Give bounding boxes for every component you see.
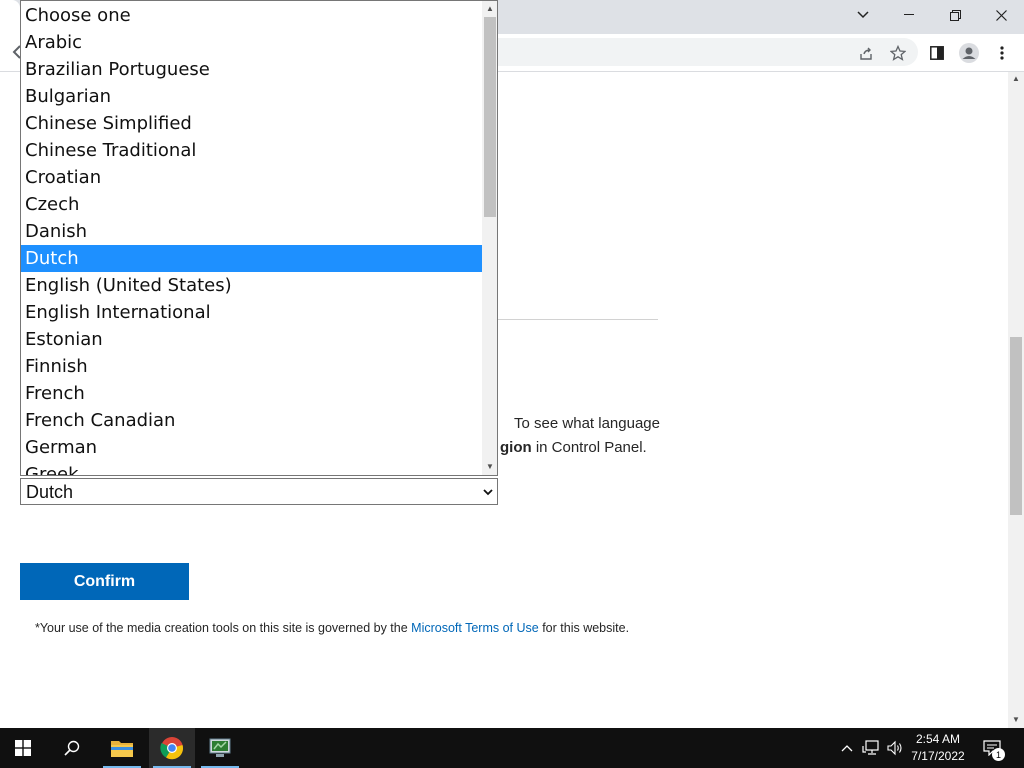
dropdown-option[interactable]: Bulgarian xyxy=(21,83,482,110)
scroll-up-arrow-icon[interactable]: ▲ xyxy=(1012,74,1020,83)
description-rest-text: in Control Panel. xyxy=(531,439,647,456)
language-select-value: Dutch xyxy=(26,482,74,502)
clock-time: 2:54 AM xyxy=(915,732,961,746)
start-windows-icon[interactable] xyxy=(0,728,46,768)
windows-taskbar: 2:54 AM 7/17/2022 1 xyxy=(0,728,1024,768)
language-select[interactable]: Dutch xyxy=(20,478,498,505)
page-scroll-thumb[interactable] xyxy=(1010,337,1022,515)
dropdown-options: Choose one Arabic Brazilian Portuguese Bulg… xyxy=(21,2,482,475)
side-panel-icon[interactable] xyxy=(924,40,950,66)
page-scrollbar[interactable]: ▲ ▼ xyxy=(1008,72,1024,728)
dropdown-scrollbar[interactable]: ▲ ▼ xyxy=(482,1,497,475)
dropdown-option[interactable]: Greek xyxy=(21,461,482,475)
dropdown-scroll-down-icon[interactable]: ▼ xyxy=(486,462,494,471)
dropdown-option[interactable]: Brazilian Portuguese xyxy=(21,56,482,83)
dropdown-option[interactable]: French Canadian xyxy=(21,407,482,434)
dropdown-scroll-up-icon[interactable]: ▲ xyxy=(486,4,494,13)
profile-avatar-icon[interactable] xyxy=(956,40,982,66)
share-icon[interactable] xyxy=(853,40,879,66)
dropdown-option[interactable]: French xyxy=(21,380,482,407)
chevron-down-icon xyxy=(483,479,493,506)
dropdown-option[interactable]: Finnish xyxy=(21,353,482,380)
restore-icon[interactable] xyxy=(932,0,978,30)
system-clock[interactable]: 2:54 AM 7/17/2022 xyxy=(902,731,974,765)
clock-date: 7/17/2022 xyxy=(911,749,965,763)
chrome-icon[interactable] xyxy=(149,728,195,768)
description-bold-text: gion xyxy=(500,439,532,456)
dropdown-option[interactable]: Arabic xyxy=(21,29,482,56)
terms-of-use-link[interactable]: Microsoft Terms of Use xyxy=(411,621,539,635)
description-line-2: gion in Control Panel. xyxy=(500,436,647,460)
minimize-icon[interactable] xyxy=(886,0,932,30)
footnote-prefix: *Your use of the media creation tools on… xyxy=(35,621,412,635)
footnote-suffix: for this website. xyxy=(538,621,630,635)
network-icon[interactable] xyxy=(861,738,881,758)
language-dropdown-list[interactable]: Choose one Arabic Brazilian Portuguese Bulg… xyxy=(20,0,498,476)
dropdown-option[interactable]: English International xyxy=(21,299,482,326)
media-creation-tool-icon[interactable] xyxy=(197,728,243,768)
more-menu-icon[interactable] xyxy=(989,40,1015,66)
bookmark-star-icon[interactable] xyxy=(885,40,911,66)
browser-tab[interactable] xyxy=(0,0,20,34)
close-icon[interactable] xyxy=(978,0,1024,30)
chevron-up-icon[interactable] xyxy=(837,738,857,758)
dropdown-option[interactable]: Chinese Simplified xyxy=(21,110,482,137)
file-explorer-icon[interactable] xyxy=(99,728,145,768)
confirm-button[interactable]: Confirm xyxy=(20,563,189,600)
dropdown-option[interactable]: Danish xyxy=(21,218,482,245)
terms-footnote: *Your use of the media creation tools on… xyxy=(35,621,629,635)
dropdown-option[interactable]: Croatian xyxy=(21,164,482,191)
dropdown-option[interactable]: Estonian xyxy=(21,326,482,353)
search-icon[interactable] xyxy=(49,728,95,768)
scroll-down-arrow-icon[interactable]: ▼ xyxy=(1012,715,1020,724)
dropdown-option[interactable]: Choose one xyxy=(21,2,482,29)
dropdown-option[interactable]: Chinese Traditional xyxy=(21,137,482,164)
description-line-1: To see what language xyxy=(514,415,660,432)
tab-search-chevron-icon[interactable] xyxy=(840,0,886,30)
dropdown-option[interactable]: English (United States) xyxy=(21,272,482,299)
dropdown-option[interactable]: Dutch xyxy=(21,245,482,272)
notification-count-badge: 1 xyxy=(992,748,1005,761)
dropdown-scroll-thumb[interactable] xyxy=(484,17,496,217)
dropdown-option[interactable]: German xyxy=(21,434,482,461)
dropdown-option[interactable]: Czech xyxy=(21,191,482,218)
